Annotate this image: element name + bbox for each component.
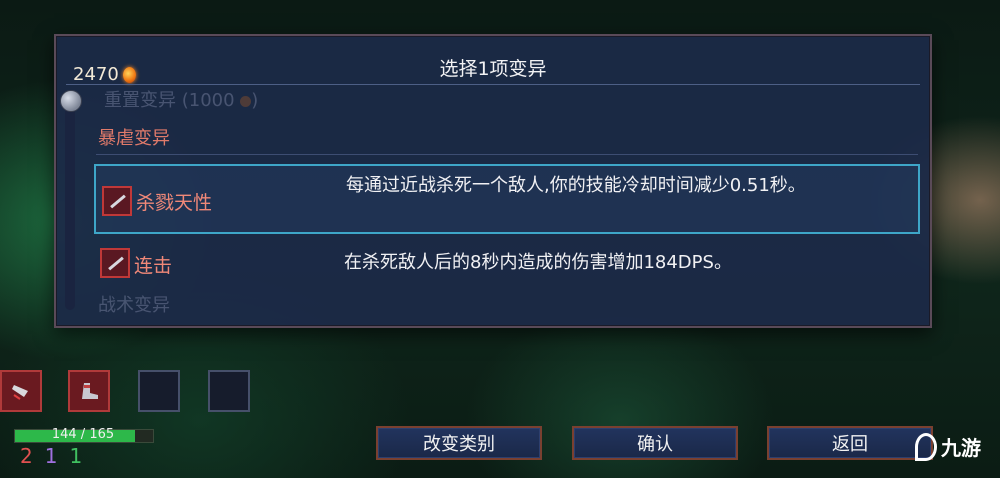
brutality-scroll-count: 2 [20,444,33,468]
boot-icon [82,383,98,399]
watermark-logo: 九游 [915,432,981,461]
tactics-scroll-count: 1 [44,444,58,468]
confirm-button[interactable]: 确认 [572,426,738,460]
back-button[interactable]: 返回 [767,426,933,460]
mutation-name: 杀戮天性 [136,192,213,214]
scrollbar-thumb[interactable] [60,90,82,112]
header-divider [66,84,920,85]
mutation-description: 在杀死敌人后的8秒内造成的伤害增加184DPS。 [344,252,732,273]
category-divider [96,154,918,155]
skill-slot-1[interactable] [138,370,180,412]
weapon-slot-2[interactable] [68,370,110,412]
category-brutality: 暴虐变异 [98,128,170,149]
scroll-stats: 2 1 1 [20,444,82,468]
weapon-slot-1[interactable] [0,370,42,412]
scrollbar-track[interactable] [65,96,75,310]
health-text: 144 / 165 [51,427,115,442]
mutation-name: 连击 [134,255,173,277]
watermark-text: 九游 [941,436,981,460]
mutation-description: 每通过近战杀死一个敌人,你的技能冷却时间减少0.51秒。 [346,175,806,196]
mutation-panel: 2470 选择1项变异 重置变异 (1000 ) 暴虐变异 杀戮天性 每通过近战… [54,34,932,328]
blade-icon [102,186,132,216]
category-tactics: 战术变异 [98,295,170,316]
mutation-row-combo[interactable]: 连击 在杀死敌人后的8秒内造成的伤害增加184DPS。 [94,234,920,294]
reroll-label: 重置变异 (1000 [104,90,235,111]
logo-mark-icon [915,432,937,461]
survival-scroll-count: 1 [69,444,83,468]
change-category-button[interactable]: 改变类别 [376,426,542,460]
combo-blade-icon [100,248,130,278]
mutation-row-killer-instinct[interactable]: 杀戮天性 每通过近战杀死一个敌人,你的技能冷却时间减少0.51秒。 [94,164,920,234]
panel-title: 选择1项变异 [439,58,547,80]
cell-icon [240,95,252,107]
cleaver-icon [12,385,28,400]
skill-slot-2[interactable] [208,370,250,412]
reroll-option[interactable]: 重置变异 (1000 ) [104,86,258,112]
